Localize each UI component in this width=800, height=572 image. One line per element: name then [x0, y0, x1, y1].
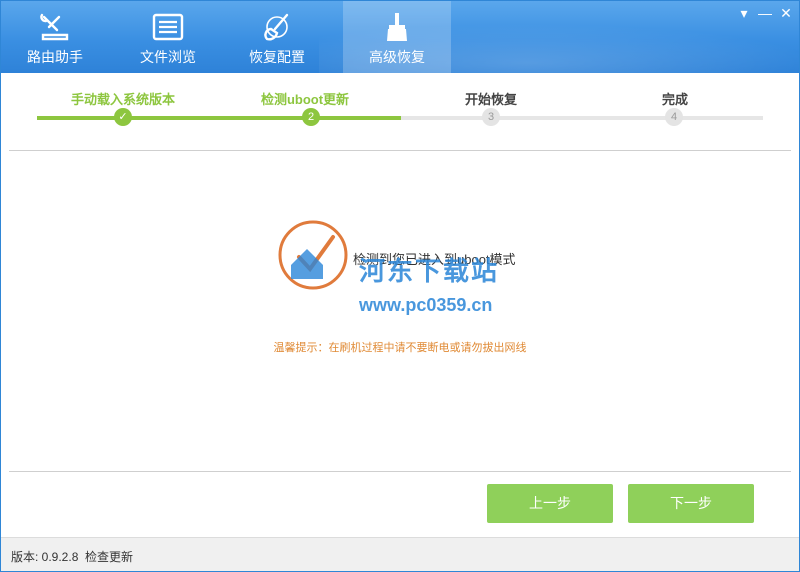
- prev-step-button[interactable]: 上一步: [487, 484, 613, 523]
- warning-tip: 温馨提示：在刷机过程中请不要断电或请勿拔出网线: [273, 342, 527, 354]
- check-update-link[interactable]: 检查更新: [85, 548, 133, 565]
- tab-router-assistant[interactable]: 路由助手: [1, 1, 109, 73]
- tab-restore-config[interactable]: 恢复配置: [223, 1, 331, 73]
- next-step-button[interactable]: 下一步: [628, 484, 754, 523]
- app-window: 路由助手 文件浏览 恢复配置 高级恢复 ▾ — ✕ 手动载入系统版本 检测ubo…: [0, 0, 800, 572]
- router-tools-icon: [40, 13, 69, 41]
- tab-advanced-restore[interactable]: 高级恢复: [343, 1, 451, 73]
- step-label-check-uboot: 检测uboot更新: [260, 92, 350, 107]
- file-list-icon: [152, 13, 184, 41]
- watermark-title: 河东下载站: [359, 256, 500, 286]
- progress-track-done: [37, 116, 401, 120]
- tab-label: 文件浏览: [140, 49, 196, 65]
- tab-file-browse[interactable]: 文件浏览: [114, 1, 222, 73]
- tab-label: 高级恢复: [369, 49, 425, 65]
- step-number-4: 4: [665, 108, 683, 126]
- step-progress: 手动载入系统版本 检测uboot更新 开始恢复 完成 ✓ 2 3 4: [1, 73, 799, 149]
- step-label-complete: 完成: [661, 92, 688, 107]
- status-check-icon: [278, 220, 348, 290]
- step-label-start-restore: 开始恢复: [464, 92, 517, 107]
- divider-top: [9, 150, 791, 151]
- close-button[interactable]: ✕: [777, 5, 795, 21]
- status-bar: 版本: 0.9.2.8 检查更新: [1, 537, 799, 571]
- step-label-load-version: 手动载入系统版本: [70, 92, 175, 107]
- progress-track-pending: [401, 116, 763, 120]
- tab-label: 恢复配置: [249, 49, 305, 65]
- step-check-icon: ✓: [114, 108, 132, 126]
- menu-dropdown-button[interactable]: ▾: [735, 5, 753, 21]
- divider-bottom: [9, 471, 791, 472]
- step-number-2: 2: [302, 108, 320, 126]
- version-label: 版本: 0.9.2.8: [11, 550, 79, 564]
- watermark-url: www.pc0359.cn: [359, 295, 493, 315]
- header-bar: 路由助手 文件浏览 恢复配置 高级恢复 ▾ — ✕: [1, 1, 799, 73]
- minimize-button[interactable]: —: [756, 5, 774, 21]
- brush-icon: [264, 13, 289, 41]
- broom-icon: [387, 13, 407, 41]
- tab-label: 路由助手: [27, 49, 83, 65]
- step-number-3: 3: [482, 108, 500, 126]
